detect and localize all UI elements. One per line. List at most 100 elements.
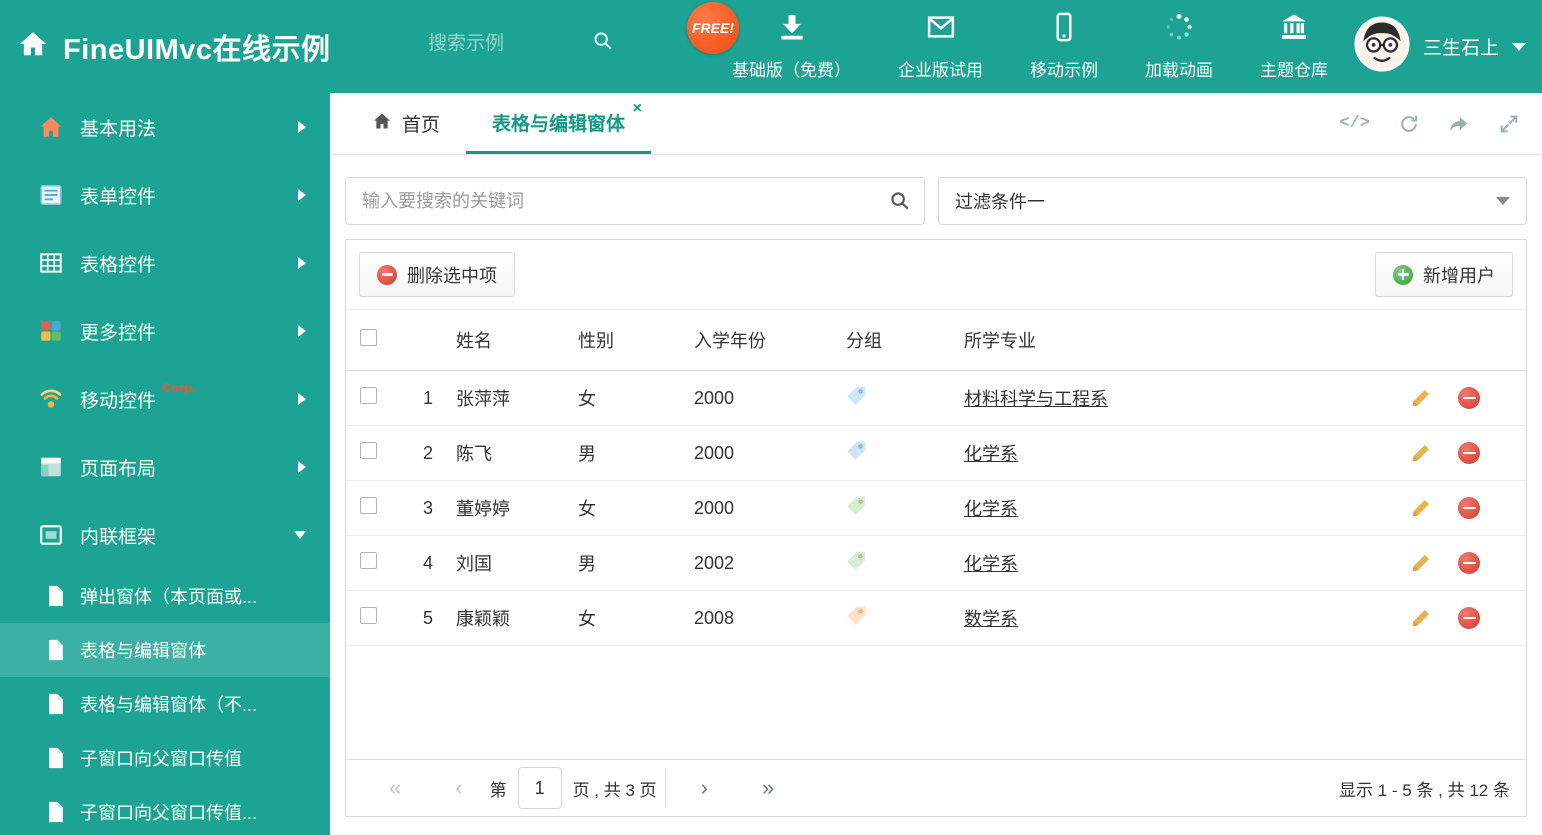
- next-page-button[interactable]: [674, 777, 735, 799]
- edit-icon[interactable]: [1410, 387, 1432, 409]
- header-search: [428, 30, 614, 57]
- major-link[interactable]: 化学系: [964, 554, 1018, 574]
- sidebar-item-more-controls[interactable]: 更多控件: [0, 297, 330, 365]
- sidebar-subitem-popup-window[interactable]: 弹出窗体（本页面或...: [0, 569, 330, 623]
- table-header: 姓名 性别 入学年份 分组 所学专业: [346, 309, 1526, 371]
- sidebar-item-inline-frame[interactable]: 内联框架: [0, 501, 330, 569]
- nav-item-basic-free[interactable]: 基础版（免费）: [732, 12, 851, 81]
- bank-icon: [1278, 12, 1310, 47]
- search-icon[interactable]: [889, 190, 911, 217]
- row-checkbox[interactable]: [360, 552, 377, 569]
- chevron-right-icon: [298, 189, 306, 201]
- app-logo[interactable]: FineUIMvc在线示例: [18, 0, 331, 93]
- nav-label: 加载动画: [1145, 61, 1213, 80]
- prev-page-button[interactable]: [428, 777, 489, 799]
- table-row: 3 董婷婷 女 2000 化学系: [346, 481, 1526, 536]
- close-icon[interactable]: [633, 101, 642, 117]
- row-checkbox[interactable]: [360, 497, 377, 514]
- spinner-icon: [1164, 12, 1194, 47]
- row-checkbox[interactable]: [360, 442, 377, 459]
- table-row: 2 陈飞 男 2000 化学系: [346, 426, 1526, 481]
- last-page-button[interactable]: [735, 777, 801, 799]
- page-label-prefix: 第: [489, 780, 507, 800]
- column-header-gender[interactable]: 性别: [578, 327, 694, 353]
- sidebar-item-page-layout[interactable]: 页面布局: [0, 433, 330, 501]
- tag-icon: [846, 495, 867, 516]
- chevron-right-icon: [298, 257, 306, 269]
- chevron-right-icon: [298, 461, 306, 473]
- corp-badge: Corp.: [162, 380, 196, 395]
- major-link[interactable]: 材料科学与工程系: [964, 389, 1108, 409]
- grid-panel: 删除选中项 新增用户 姓名 性别 入学年份 分组 所学专业 1 张萍萍 女 20…: [345, 239, 1527, 817]
- delete-icon[interactable]: [1458, 607, 1480, 629]
- file-icon: [46, 801, 65, 823]
- delete-icon[interactable]: [1458, 552, 1480, 574]
- source-code-icon[interactable]: [1339, 114, 1370, 133]
- chevron-right-icon: [298, 393, 306, 405]
- user-menu[interactable]: 三生石上: [1354, 0, 1526, 93]
- file-icon: [46, 693, 65, 715]
- add-user-button[interactable]: 新增用户: [1375, 252, 1513, 297]
- row-checkbox[interactable]: [360, 607, 377, 624]
- row-checkbox[interactable]: [360, 387, 377, 404]
- delete-icon[interactable]: [1458, 497, 1480, 519]
- keyword-search-input[interactable]: [345, 177, 925, 225]
- column-header-major[interactable]: 所学专业: [964, 327, 1410, 353]
- form-icon: [38, 182, 64, 208]
- nav-item-theme-repo[interactable]: 主题仓库: [1260, 12, 1328, 81]
- sidebar-subitem-child-to-parent-2[interactable]: 子窗口向父窗口传值...: [0, 785, 330, 835]
- major-link[interactable]: 数学系: [964, 609, 1018, 629]
- chevron-down-icon: [1496, 197, 1510, 205]
- cell-name: 董婷婷: [456, 499, 510, 519]
- layout-icon: [38, 454, 64, 480]
- delete-selected-button[interactable]: 删除选中项: [359, 252, 515, 297]
- table-row: 5 康颖颖 女 2008 数学系: [346, 591, 1526, 646]
- pagination-bar: 第 页 , 共 3 页 显示 1 - 5 条 , 共 12 条: [346, 759, 1526, 816]
- sidebar-subitem-grid-edit-window-2[interactable]: 表格与编辑窗体（不...: [0, 677, 330, 731]
- column-header-year[interactable]: 入学年份: [694, 327, 846, 353]
- page-number-input[interactable]: [517, 767, 562, 809]
- sidebar-item-basic-usage[interactable]: 基本用法: [0, 93, 330, 161]
- first-page-button[interactable]: [362, 777, 428, 799]
- cell-year: 2008: [694, 607, 735, 628]
- edit-icon[interactable]: [1410, 442, 1432, 464]
- sidebar-item-grid-controls[interactable]: 表格控件: [0, 229, 330, 297]
- nav-item-mobile-demo[interactable]: 移动示例: [1030, 12, 1098, 81]
- refresh-icon[interactable]: [1398, 113, 1420, 135]
- cell-gender: 女: [578, 389, 596, 409]
- delete-icon[interactable]: [1458, 442, 1480, 464]
- cell-gender: 女: [578, 499, 596, 519]
- sidebar-subitem-grid-edit-window[interactable]: 表格与编辑窗体: [0, 623, 330, 677]
- sidebar-item-form-controls[interactable]: 表单控件: [0, 161, 330, 229]
- column-header-name[interactable]: 姓名: [456, 327, 578, 353]
- cell-year: 2002: [694, 552, 735, 573]
- cell-name: 张萍萍: [456, 389, 510, 409]
- sidebar-subitem-child-to-parent[interactable]: 子窗口向父窗口传值: [0, 731, 330, 785]
- tab-home[interactable]: 首页: [346, 93, 466, 154]
- chevron-down-icon: [294, 531, 306, 539]
- major-link[interactable]: 化学系: [964, 444, 1018, 464]
- nav-item-enterprise-trial[interactable]: 企业版试用: [898, 12, 983, 81]
- sidebar-item-mobile-controls[interactable]: 移动控件 Corp.: [0, 365, 330, 433]
- tab-grid-edit-window[interactable]: 表格与编辑窗体: [466, 93, 652, 154]
- major-link[interactable]: 化学系: [964, 499, 1018, 519]
- edit-icon[interactable]: [1410, 497, 1432, 519]
- column-header-group[interactable]: 分组: [846, 327, 964, 353]
- edit-icon[interactable]: [1410, 552, 1432, 574]
- record-count-summary: 显示 1 - 5 条 , 共 12 条: [1339, 780, 1510, 800]
- select-all-checkbox[interactable]: [360, 329, 377, 346]
- file-icon: [46, 639, 65, 661]
- filter-dropdown[interactable]: 过滤条件一: [938, 177, 1527, 225]
- share-icon[interactable]: [1448, 113, 1470, 135]
- nav-item-loading-animation[interactable]: 加载动画: [1145, 12, 1213, 81]
- edit-icon[interactable]: [1410, 607, 1432, 629]
- tab-bar: 首页 表格与编辑窗体: [330, 93, 1542, 155]
- nav-label: 主题仓库: [1260, 61, 1328, 80]
- home-icon: [372, 111, 392, 137]
- widgets-icon: [38, 318, 64, 344]
- expand-icon[interactable]: [1498, 113, 1520, 135]
- home-icon: [38, 114, 64, 140]
- search-icon[interactable]: [592, 30, 614, 57]
- header-search-input[interactable]: [428, 32, 578, 55]
- delete-icon[interactable]: [1458, 387, 1480, 409]
